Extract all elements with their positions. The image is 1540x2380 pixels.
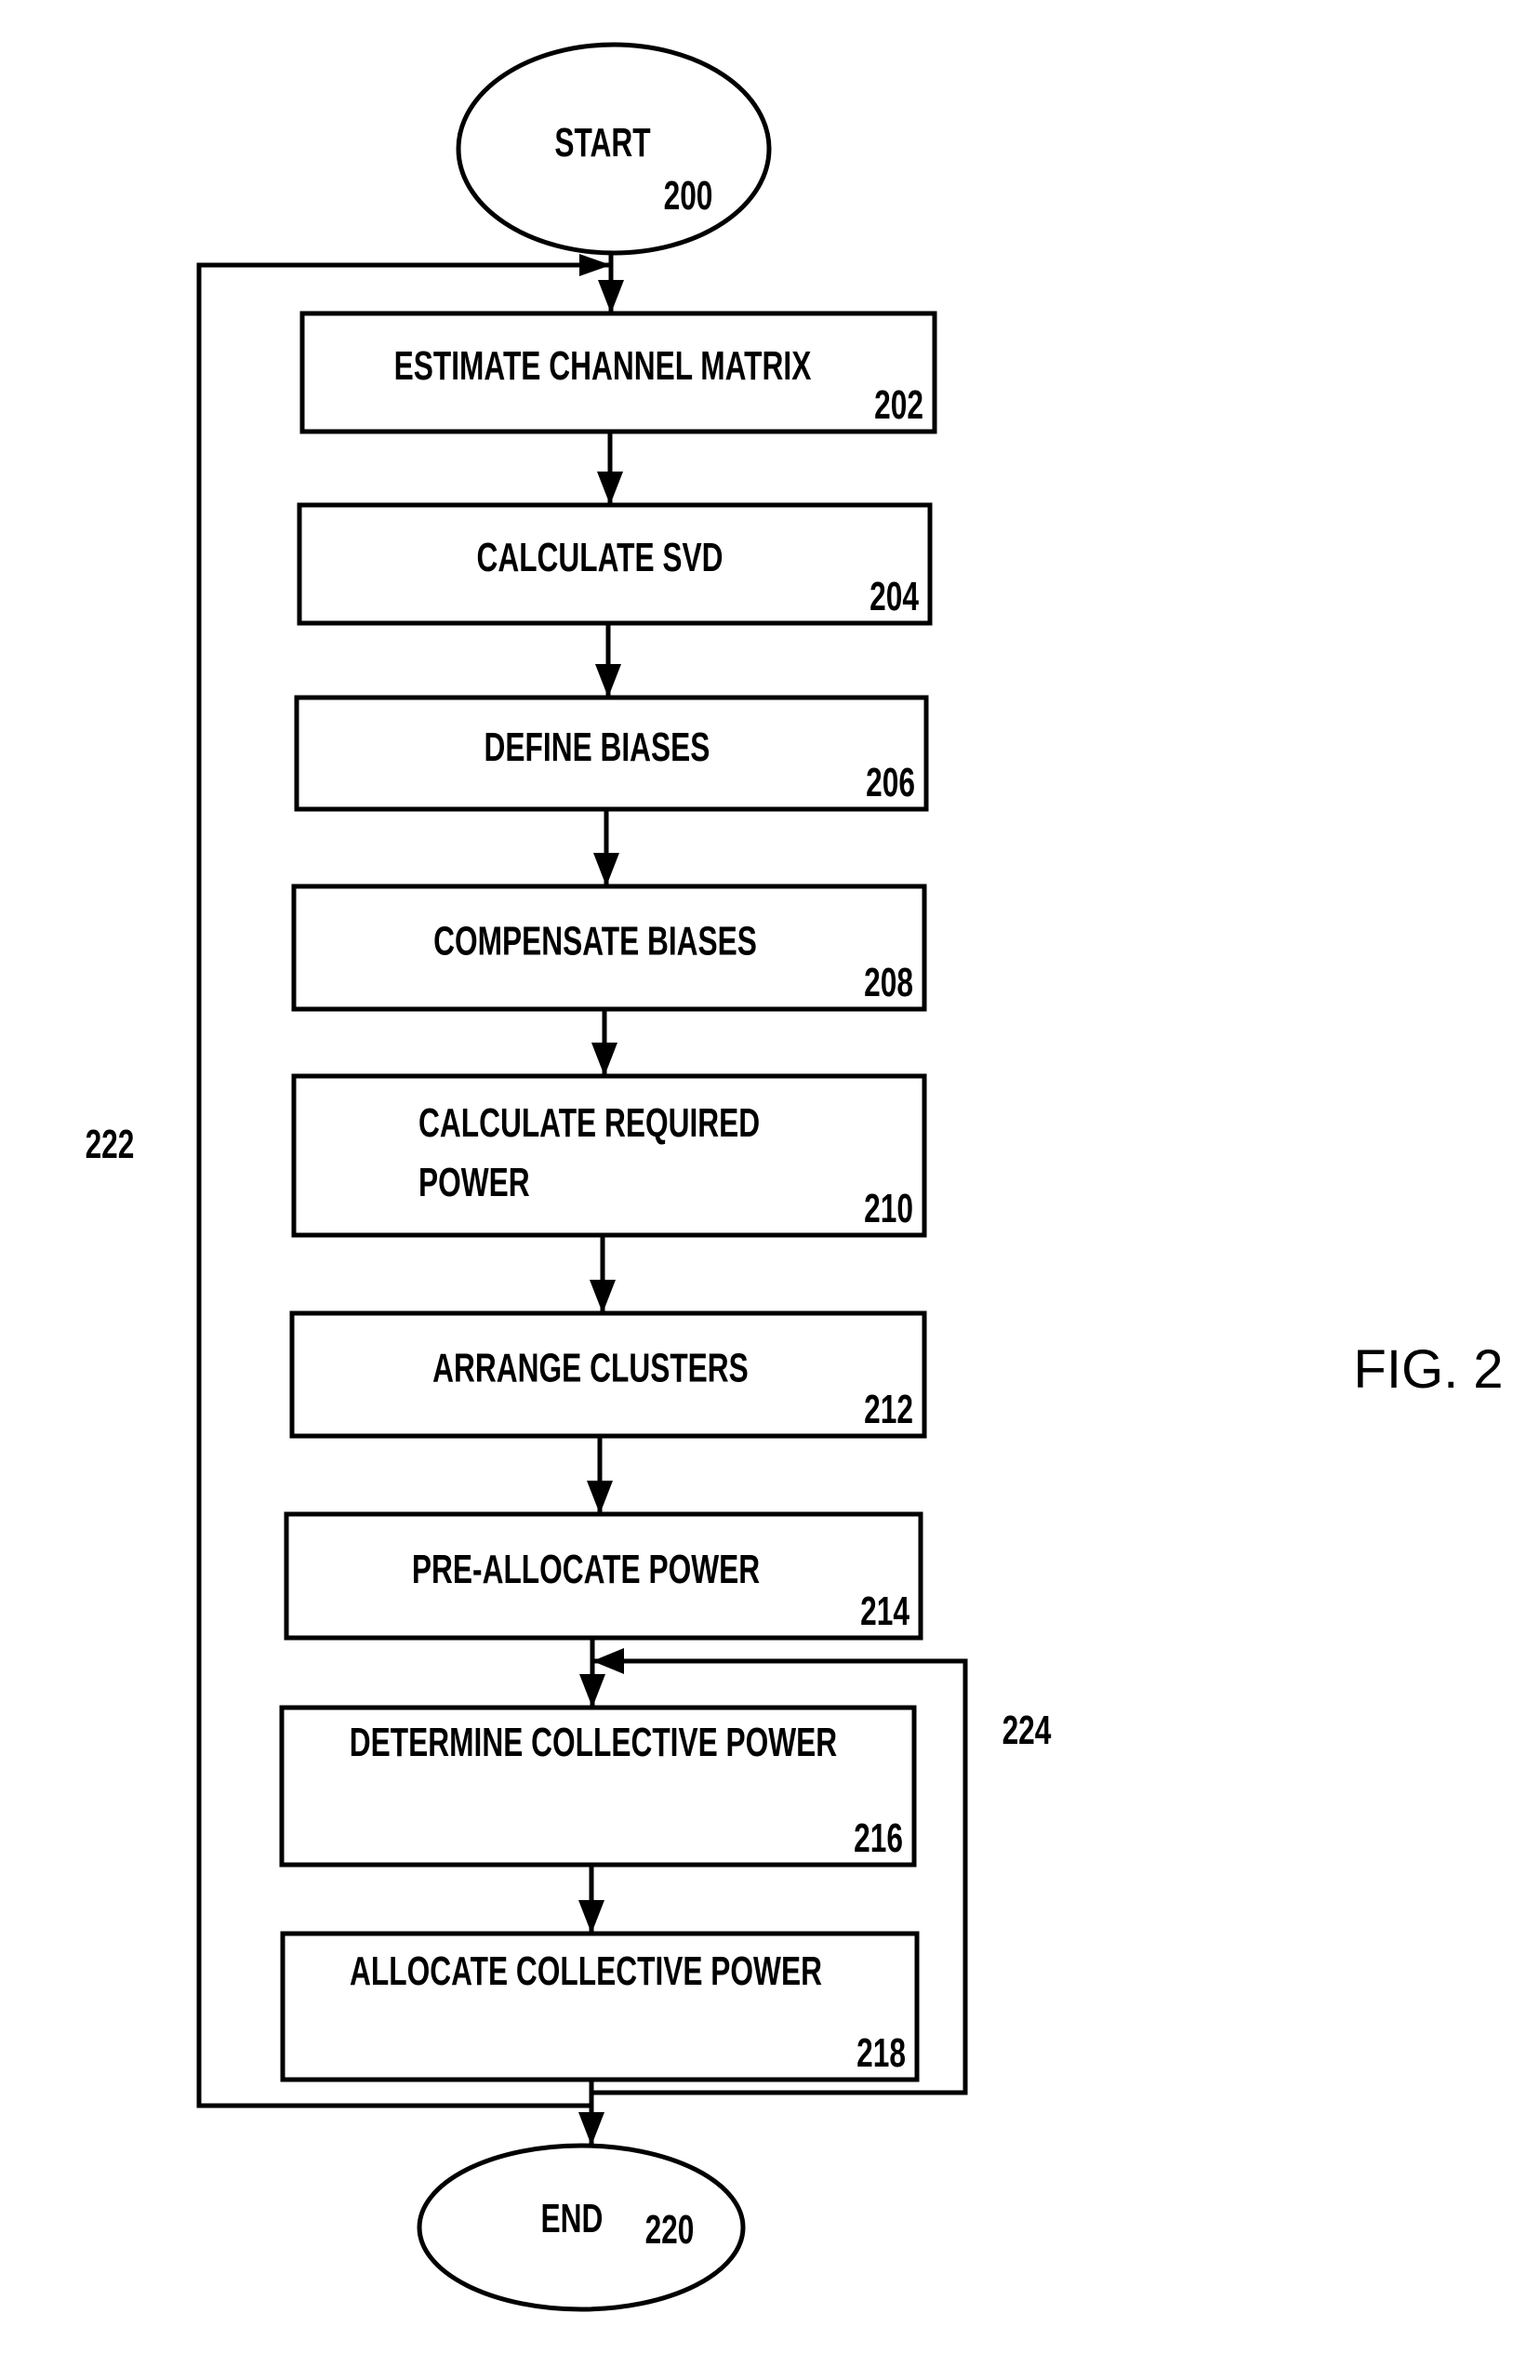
step-204: CALCULATE SVD 204 [297,502,933,626]
step-label: ESTIMATE CHANNEL MATRIX [394,343,812,389]
arrowhead-down-icon [591,1043,617,1076]
step-216: DETERMINE COLLECTIVE POWER 216 [279,1705,917,1868]
step-ref: 206 [866,760,915,805]
step-label: POWER [418,1160,530,1205]
arrowhead-down-icon [598,280,624,313]
arrowhead-down-icon [578,2112,604,2146]
step-label: CALCULATE SVD [476,535,723,580]
step-label: PRE-ALLOCATE POWER [412,1547,760,1592]
step-ref: 202 [874,382,923,428]
step-206: DEFINE BIASES 206 [294,695,929,812]
step-ref: 212 [864,1387,913,1432]
figure-label: FIG. 2 [1353,1339,1503,1400]
step-ref: 218 [856,2030,906,2076]
loop-222-arrowhead-icon [579,254,611,276]
step-label: ARRANGE CLUSTERS [432,1345,749,1390]
step-214: PRE-ALLOCATE POWER 214 [284,1511,923,1641]
step-label: COMPENSATE BIASES [433,918,757,964]
step-218: ALLOCATE COLLECTIVE POWER 218 [280,1931,920,2082]
step-202: ESTIMATE CHANNEL MATRIX 202 [299,311,937,434]
step-ref: 214 [860,1589,909,1634]
step-ref: 210 [864,1186,913,1231]
arrowhead-down-icon [579,1674,605,1708]
step-label: CALCULATE REQUIRED [418,1100,760,1146]
arrowhead-down-icon [578,1900,604,1934]
arrowhead-down-icon [597,472,623,505]
step-212: ARRANGE CLUSTERS 212 [289,1310,927,1439]
step-ref: 216 [854,1815,903,1861]
flowchart: START 200 ESTIMATE CHANNEL MATRIX 202 CALC… [86,42,1504,2312]
end-label: END [541,2196,604,2241]
start-label: START [554,120,650,166]
step-label: ALLOCATE COLLECTIVE POWER [350,1948,822,1994]
arrowhead-down-icon [593,853,619,886]
arrowhead-down-icon [595,664,621,698]
arrowhead-down-icon [590,1280,616,1313]
step-label: DEFINE BIASES [485,725,710,770]
arrowhead-down-icon [587,1481,613,1514]
end-node: END 220 [417,2143,746,2312]
step-ref: 204 [870,574,919,619]
end-ref: 220 [645,2207,695,2253]
loop-222-ref: 222 [86,1122,135,1167]
step-208: COMPENSATE BIASES 208 [291,884,927,1012]
step-210: CALCULATE REQUIRED POWER 210 [291,1073,927,1238]
loop-224-arrowhead-icon [592,1648,624,1674]
step-ref: 208 [864,960,913,1005]
loop-224-ref: 224 [1002,1708,1052,1753]
start-node: START 200 [456,42,772,256]
step-label: DETERMINE COLLECTIVE POWER [350,1720,837,1765]
start-ref: 200 [664,173,713,219]
